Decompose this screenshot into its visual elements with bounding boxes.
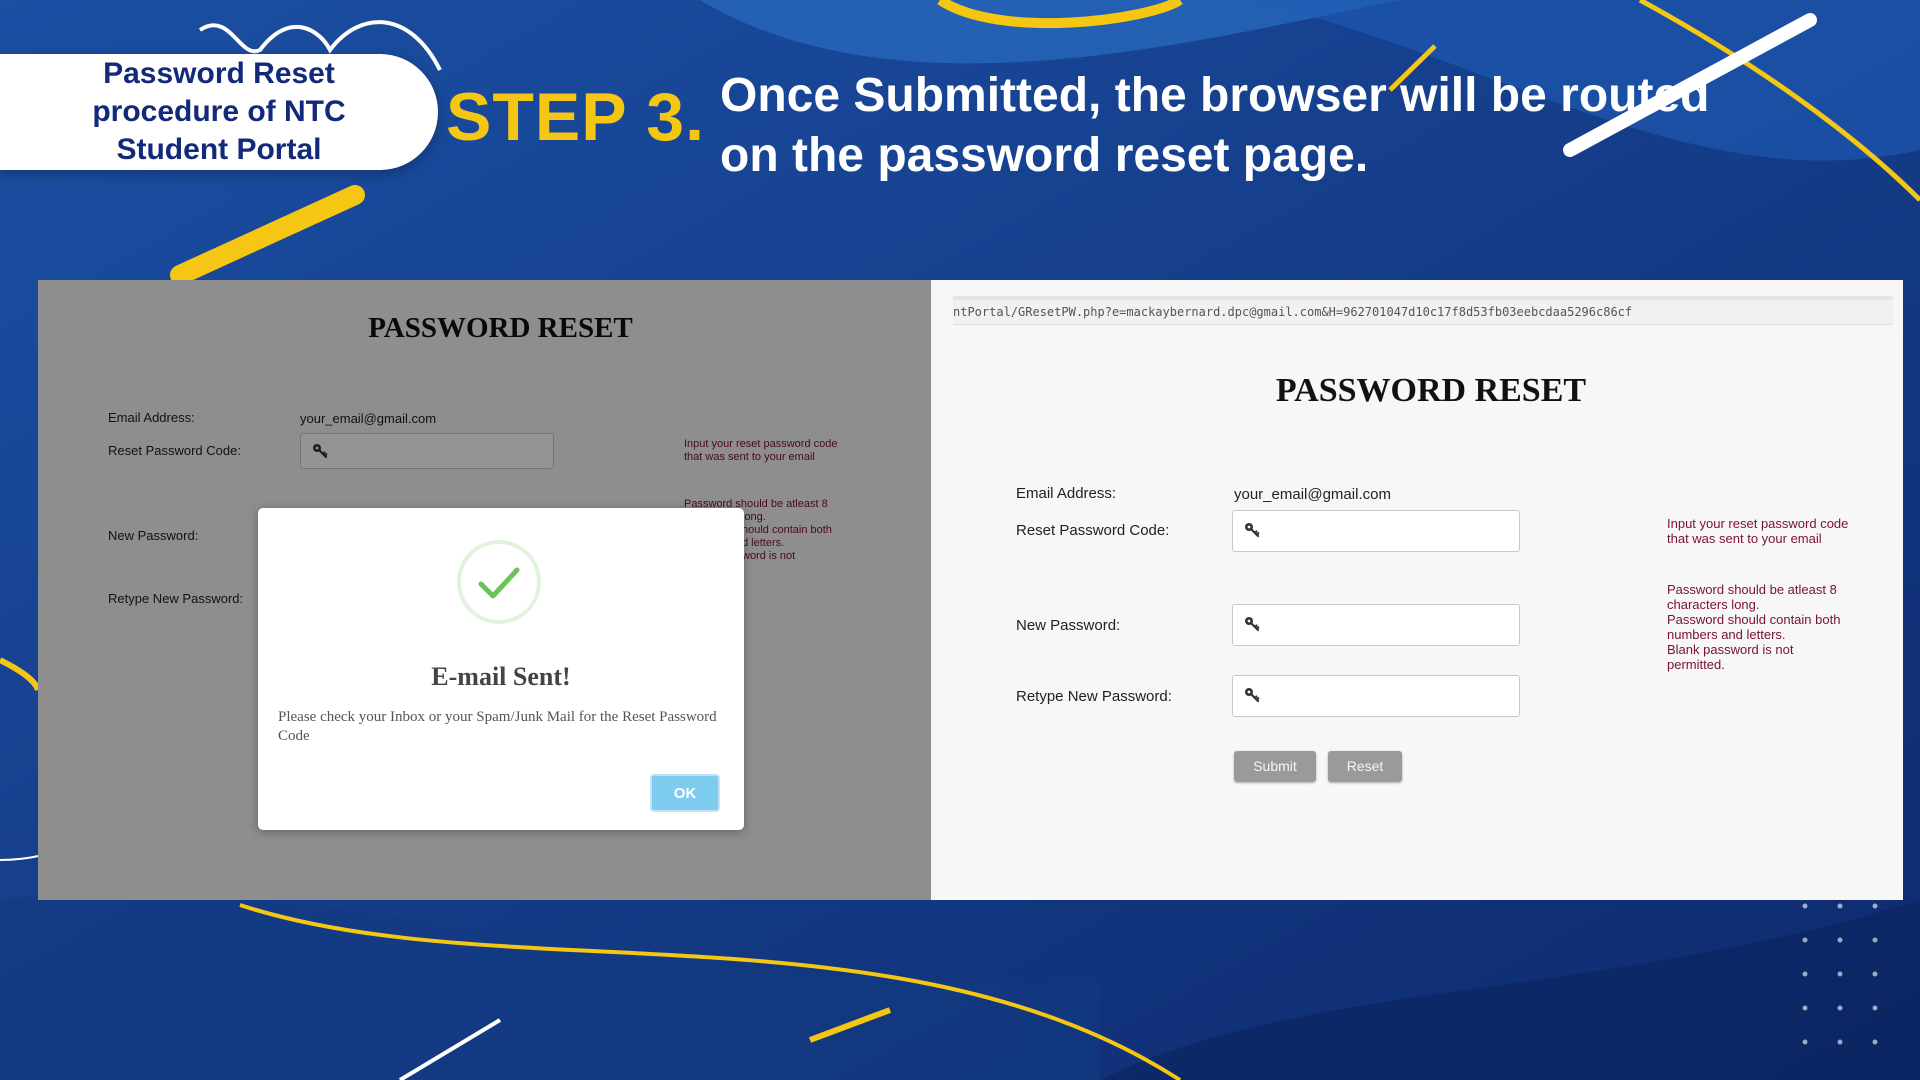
topic-badge: Password Reset procedure of NTC Student … — [0, 54, 438, 170]
key-icon — [1245, 688, 1260, 703]
password-hint-line: permitted. — [1667, 657, 1725, 672]
dialog-title: E-mail Sent! — [431, 662, 571, 691]
success-circle — [457, 540, 541, 624]
code-hint-line: Input your reset password code — [1667, 516, 1849, 531]
headline-line-1: Once Submitted, the browser will be rout… — [720, 69, 1710, 122]
step-label: STEP 3. — [446, 79, 705, 155]
code-hint-line: that was sent to your email — [1667, 531, 1822, 546]
reset-code-input[interactable] — [1232, 510, 1520, 552]
email-label: Email Address: — [1016, 485, 1117, 502]
dialog-message: Please check your Inbox or your Spam/Jun… — [278, 709, 717, 744]
right-screenshot: ntPortal/GResetPW.php?e=mackaybernard.dp… — [931, 280, 1903, 900]
ok-button[interactable]: OK — [650, 774, 720, 812]
submit-button[interactable]: Submit — [1234, 751, 1316, 782]
retype-password-label: Retype New Password: — [1016, 688, 1172, 705]
retype-password-input[interactable] — [1232, 675, 1520, 717]
topic-badge-line-1: Password Reset — [103, 57, 335, 90]
form-title: PASSWORD RESET — [1275, 372, 1587, 409]
password-hint-line: Password should be atleast 8 — [1667, 582, 1837, 597]
browser-url-bar[interactable]: ntPortal/GResetPW.php?e=mackaybernard.dp… — [953, 296, 1893, 325]
email-sent-dialog: E-mail Sent! Please check your Inbox or … — [258, 508, 744, 830]
topic-badge-line-2: procedure of NTC — [92, 95, 346, 128]
left-screenshot: PASSWORD RESET Email Address: your_email… — [38, 280, 931, 900]
new-password-input[interactable] — [1232, 604, 1520, 646]
code-hint: Input your reset password code that was … — [1667, 516, 1848, 546]
password-hint: Password should be atleast 8 characters … — [1667, 582, 1840, 672]
reset-button[interactable]: Reset — [1328, 751, 1402, 782]
new-password-label: New Password: — [1016, 617, 1121, 634]
slide-headline: Once Submitted, the browser will be rout… — [720, 66, 1880, 186]
password-hint-line: numbers and letters. — [1667, 627, 1786, 642]
headline-line-2: on the password reset page. — [720, 129, 1369, 182]
reset-code-label: Reset Password Code: — [1016, 522, 1170, 539]
key-icon — [1245, 617, 1260, 632]
password-hint-line: Blank password is not — [1667, 642, 1794, 657]
password-hint-line: characters long. — [1667, 597, 1760, 612]
topic-badge-line-3: Student Portal — [116, 133, 322, 166]
checkmark-icon — [478, 567, 520, 599]
key-icon — [1245, 523, 1260, 538]
email-value: your_email@gmail.com — [1234, 486, 1391, 503]
password-hint-line: Password should contain both — [1667, 612, 1841, 627]
